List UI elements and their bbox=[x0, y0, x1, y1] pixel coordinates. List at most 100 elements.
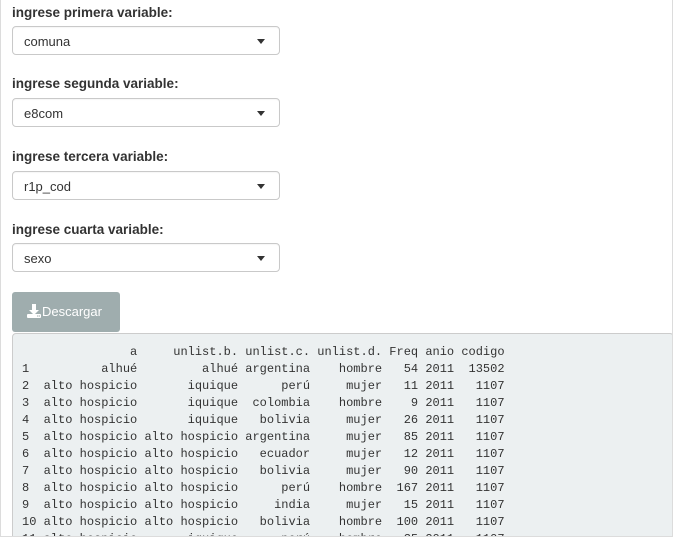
select-primera-variable[interactable]: comuna bbox=[12, 26, 280, 55]
table-cell: 1107 bbox=[461, 515, 505, 529]
table-cell: india bbox=[245, 498, 311, 512]
select-segunda-variable[interactable]: e8com bbox=[12, 98, 280, 127]
input-panel: ingrese primera variable: comuna ingrese… bbox=[1, 0, 672, 536]
table-cell: bolivia bbox=[245, 464, 311, 478]
download-button[interactable]: Descargar bbox=[12, 292, 120, 332]
table-cell: 2011 bbox=[425, 430, 455, 444]
table-cell: alto hospicio bbox=[144, 464, 239, 478]
table-cell: 2011 bbox=[425, 447, 455, 461]
table-cell: 9 bbox=[389, 396, 419, 410]
table-cell: argentina bbox=[245, 430, 311, 444]
table-cell: 85 bbox=[389, 430, 419, 444]
table-cell: 2011 bbox=[425, 481, 455, 495]
table-cell: alto hospicio bbox=[144, 515, 239, 529]
table-cell: 1107 bbox=[461, 379, 505, 393]
field-label-2: ingrese segunda variable: bbox=[12, 76, 179, 91]
table-cell: 2011 bbox=[425, 413, 455, 427]
table-cell: 2011 bbox=[425, 464, 455, 478]
table-cell: alto hospicio bbox=[43, 515, 138, 529]
row-name: 6 bbox=[22, 447, 37, 461]
column-header: codigo bbox=[461, 345, 505, 359]
row-name: 3 bbox=[22, 396, 37, 410]
table-row: 3 alto hospicio iquique colombia hombre … bbox=[22, 395, 505, 412]
table-cell: 12 bbox=[389, 447, 419, 461]
table-cell: mujer bbox=[317, 447, 383, 461]
table-cell: colombia bbox=[245, 396, 311, 410]
table-cell: bolivia bbox=[245, 515, 311, 529]
table-cell: alto hospicio bbox=[43, 413, 138, 427]
table-cell: 167 bbox=[389, 481, 419, 495]
table-cell: alto hospicio bbox=[43, 464, 138, 478]
caret-down-icon bbox=[257, 39, 265, 44]
table-cell: 15 bbox=[389, 498, 419, 512]
table-cell: alto hospicio bbox=[43, 379, 138, 393]
row-name: 10 bbox=[22, 515, 37, 529]
field-label-1: ingrese primera variable: bbox=[12, 5, 173, 20]
column-header: unlist.b. bbox=[144, 345, 239, 359]
table-cell: alhué bbox=[144, 362, 239, 376]
table-cell: 13502 bbox=[461, 362, 505, 376]
table-cell: mujer bbox=[317, 498, 383, 512]
table-cell: 2011 bbox=[425, 379, 455, 393]
table-cell: alto hospicio bbox=[144, 430, 239, 444]
table-cell: mujer bbox=[317, 413, 383, 427]
select-value: comuna bbox=[24, 34, 71, 49]
select-value: r1p_cod bbox=[24, 179, 71, 194]
table-cell: 1107 bbox=[461, 464, 505, 478]
row-name: 11 bbox=[22, 532, 36, 536]
column-header: Freq bbox=[389, 345, 419, 359]
table-cell: argentina bbox=[245, 362, 311, 376]
table-cell: alto hospicio bbox=[43, 447, 138, 461]
table-cell: 1107 bbox=[461, 430, 505, 444]
table-cell: 2011 bbox=[425, 532, 454, 536]
table-cell: alto hospicio bbox=[144, 447, 239, 461]
select-cuarta-variable[interactable]: sexo bbox=[12, 243, 280, 272]
table-cell: alto hospicio bbox=[43, 396, 138, 410]
table-row: 5 alto hospicio alto hospicio argentina … bbox=[22, 429, 505, 446]
table-cell: hombre bbox=[317, 481, 383, 495]
table-cell: 54 bbox=[389, 362, 419, 376]
select-value: sexo bbox=[24, 251, 52, 266]
table-cell: 1107 bbox=[461, 532, 505, 536]
table-row: 8 alto hospicio alto hospicio perú hombr… bbox=[22, 480, 505, 497]
download-button-label: Descargar bbox=[42, 304, 102, 319]
table-cell: 11 bbox=[389, 379, 419, 393]
table-cell: perú bbox=[245, 379, 311, 393]
row-name: 5 bbox=[22, 430, 37, 444]
table-cell: 2011 bbox=[425, 362, 455, 376]
column-header: anio bbox=[425, 345, 455, 359]
table-cell: hombre bbox=[317, 362, 383, 376]
table-cell: alhué bbox=[43, 362, 138, 376]
table-cell: 90 bbox=[389, 464, 419, 478]
table-cell: 2011 bbox=[425, 515, 455, 529]
select-value: e8com bbox=[24, 106, 64, 121]
table-row: 1 alhué alhué argentina hombre 54 2011 1… bbox=[22, 361, 505, 378]
table-header: a unlist.b. unlist.c. unlist.d. Freq ani… bbox=[22, 344, 505, 361]
table-cell: alto hospicio bbox=[43, 481, 138, 495]
table-text: a unlist.b. unlist.c. unlist.d. Freq ani… bbox=[22, 344, 505, 536]
column-header: unlist.c. bbox=[245, 345, 311, 359]
table-cell: mujer bbox=[317, 464, 383, 478]
row-name: 4 bbox=[22, 413, 37, 427]
table-cell: iquique bbox=[144, 413, 239, 427]
table-cell: 2011 bbox=[425, 396, 455, 410]
table-cell: alto hospicio bbox=[144, 498, 239, 512]
table-row: 10 alto hospicio alto hospicio bolivia h… bbox=[22, 514, 505, 531]
table-cell: bolivia bbox=[245, 413, 311, 427]
table-cell: mujer bbox=[317, 379, 383, 393]
column-header: a bbox=[43, 345, 138, 359]
caret-down-icon bbox=[257, 184, 265, 189]
table-cell: alto hospicio bbox=[43, 430, 138, 444]
table-cell: hombre bbox=[317, 515, 383, 529]
table-output[interactable]: a unlist.b. unlist.c. unlist.d. Freq ani… bbox=[12, 333, 672, 536]
select-tercera-variable[interactable]: r1p_cod bbox=[12, 171, 280, 200]
table-cell: alto hospicio bbox=[44, 532, 138, 536]
table-cell: 100 bbox=[389, 515, 419, 529]
table-cell: 1107 bbox=[461, 498, 505, 512]
field-label-3: ingrese tercera variable: bbox=[12, 149, 169, 164]
table-cell: 35 bbox=[389, 532, 418, 536]
table-row: 4 alto hospicio iquique bolivia mujer 26… bbox=[22, 412, 505, 429]
table-cell: ecuador bbox=[245, 447, 311, 461]
table-cell: 1107 bbox=[461, 481, 505, 495]
table-row: 2 alto hospicio iquique perú mujer 11 20… bbox=[22, 378, 505, 395]
